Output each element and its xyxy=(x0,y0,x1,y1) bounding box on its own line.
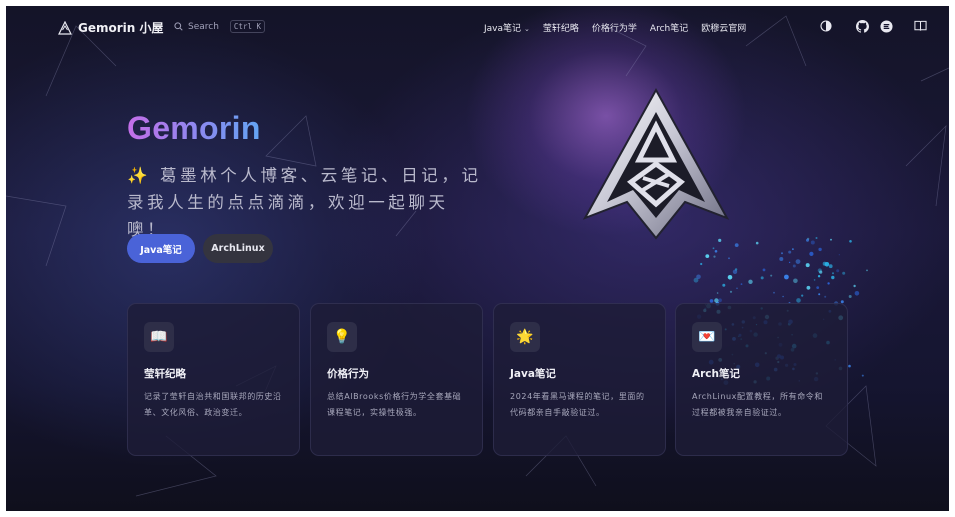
hero-tagline: ✨ 葛墨林个人博客、云笔记、日记，记录我人生的点点滴滴，欢迎一起聊天噢！ xyxy=(127,166,482,239)
gemorin-emblem-logo xyxy=(582,87,730,240)
feature-title: Arch笔记 xyxy=(692,368,741,380)
feature-card-arch[interactable]: 💌 Arch笔记 ArchLinux配置教程，所有命令和过程都被我亲自验证过。 xyxy=(675,303,848,456)
feature-title: Java笔记 xyxy=(510,368,556,380)
search-shortcut-hint: Ctrl K xyxy=(229,20,266,33)
search-label: Search xyxy=(188,21,219,32)
feature-card-price-action[interactable]: 💡 价格行为 总结AlBrooks价格行为学全套基础课程笔记，实操性极强。 xyxy=(310,303,483,456)
feature-card-java[interactable]: 🌟 Java笔记 2024年看黑马课程的笔记，里面的代码都亲自手敲验证过。 xyxy=(493,303,666,456)
feature-details: 2024年看黑马课程的笔记，里面的代码都亲自手敲验证过。 xyxy=(510,392,645,417)
lightbulb-icon: 💡 xyxy=(327,322,357,352)
feature-details: ArchLinux配置教程，所有命令和过程都被我亲自验证过。 xyxy=(692,392,824,417)
love-letter-icon: 💌 xyxy=(692,322,722,352)
hero-action-archlinux-button[interactable]: ArchLinux xyxy=(203,234,273,263)
book-icon: 📖 xyxy=(144,322,174,352)
brand-link[interactable]: Gemorin 小屋 xyxy=(58,19,164,36)
nav-link-java[interactable]: Java笔记 ⌄ xyxy=(484,21,530,34)
book-icon[interactable] xyxy=(912,18,928,34)
chevron-down-icon: ⌄ xyxy=(524,25,530,33)
nav-link-arch[interactable]: Arch笔记 xyxy=(650,21,688,34)
nav-links: Java笔记 ⌄ 莹轩纪略 价格行为学 Arch笔记 欧穆云官网 xyxy=(484,21,759,34)
search-icon xyxy=(174,22,183,31)
feature-title: 莹轩纪略 xyxy=(144,368,186,380)
theme-toggle-icon[interactable] xyxy=(818,18,834,34)
github-icon[interactable] xyxy=(854,18,870,34)
hero-name: Gemorin xyxy=(127,110,261,146)
top-navbar: Gemorin 小屋 Search Ctrl K Java笔记 ⌄ 莹轩纪略 价格… xyxy=(6,6,949,50)
feature-details: 记录了莹轩自治共和国联邦的历史沿革、文化风俗、政治变迁。 xyxy=(144,392,282,417)
brand-logo-icon xyxy=(58,20,72,35)
feature-title: 价格行为 xyxy=(327,368,369,380)
nav-link-price-action[interactable]: 价格行为学 xyxy=(592,21,637,34)
feature-details: 总结AlBrooks价格行为学全套基础课程笔记，实操性极强。 xyxy=(327,392,462,417)
nav-link-oumu-cloud[interactable]: 欧穆云官网 xyxy=(701,21,746,34)
page-background: Gemorin 小屋 Search Ctrl K Java笔记 ⌄ 莹轩纪略 价格… xyxy=(6,6,949,511)
gitee-icon[interactable] xyxy=(878,18,894,34)
nav-icon-group xyxy=(818,18,928,34)
feature-card-yingxuan[interactable]: 📖 莹轩纪略 记录了莹轩自治共和国联邦的历史沿革、文化风俗、政治变迁。 xyxy=(127,303,300,456)
search-button[interactable]: Search Ctrl K xyxy=(174,20,266,33)
star-icon: 🌟 xyxy=(510,322,540,352)
nav-link-yingxuan[interactable]: 莹轩纪略 xyxy=(543,21,579,34)
brand-name: Gemorin 小屋 xyxy=(78,21,164,35)
hero-action-java-button[interactable]: Java笔记 xyxy=(127,234,195,263)
nav-link-java-label: Java笔记 xyxy=(484,24,522,34)
